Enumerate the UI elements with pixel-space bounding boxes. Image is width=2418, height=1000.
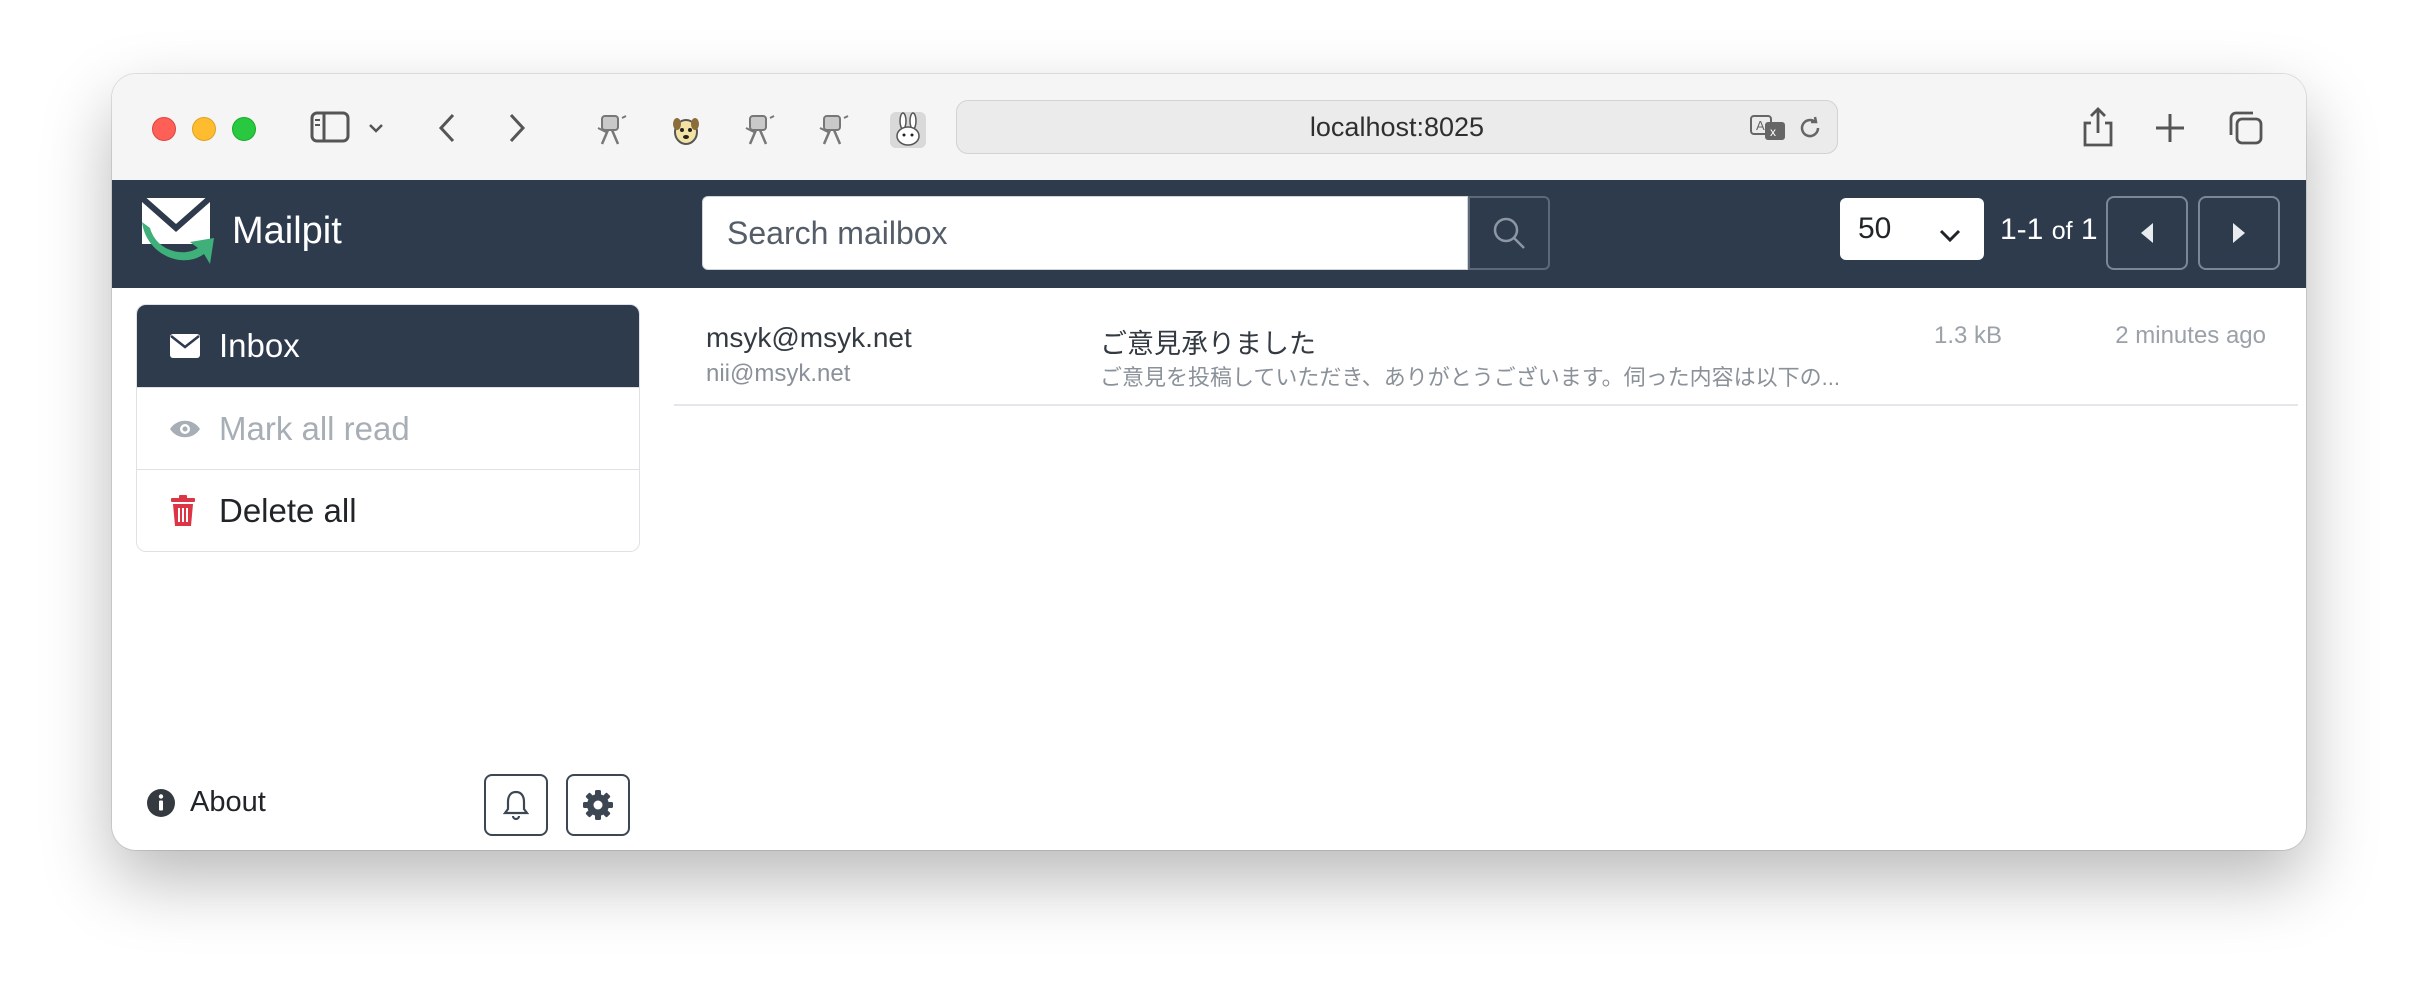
message-size: 1.3 kB <box>1934 322 2003 349</box>
app-navbar: Mailpit 50 1-1 of 1 <box>112 180 2306 288</box>
bell-icon <box>502 790 530 821</box>
translate-icon[interactable]: Ax <box>1749 113 1789 143</box>
about-label: About <box>190 786 266 818</box>
pagination-total: 1 <box>2080 213 2098 246</box>
tab-overview-icon[interactable] <box>2226 108 2266 148</box>
delete-all-button[interactable]: Delete all <box>137 469 639 551</box>
per-page-select[interactable]: 50 <box>1840 198 1984 260</box>
info-icon <box>146 788 176 818</box>
notifications-button[interactable] <box>484 774 548 836</box>
message-row[interactable]: msyk@msyk.net nii@msyk.net ご意見承りました ご意見を… <box>674 304 2298 406</box>
sidebar-item-label: Delete all <box>219 491 357 529</box>
pagination-info: 1-1 of 1 <box>2000 208 2098 253</box>
message-date: 2 minutes ago <box>2115 322 2266 349</box>
sidebar-item-label: Inbox <box>219 327 300 364</box>
sidebar-item-inbox[interactable]: Inbox <box>137 305 639 387</box>
minimize-window-button[interactable] <box>192 117 216 141</box>
reload-icon[interactable] <box>1795 113 1825 143</box>
chevron-down-icon[interactable] <box>366 118 386 138</box>
new-tab-icon[interactable] <box>2152 110 2188 146</box>
browser-window: localhost:8025 Ax Mailpit Search mailbox… <box>112 74 2306 850</box>
message-subject: ご意見承りました <box>1100 329 1316 359</box>
chevron-down-icon <box>1938 218 1962 252</box>
mailpit-logo-icon[interactable] <box>136 194 216 272</box>
about-link[interactable]: About <box>146 786 266 819</box>
caret-left-icon <box>2141 223 2153 243</box>
pagination-of: of <box>2051 217 2073 245</box>
next-page-button[interactable] <box>2198 196 2280 270</box>
previous-page-button[interactable] <box>2106 196 2188 270</box>
app-name[interactable]: Mailpit <box>232 206 342 256</box>
settings-button[interactable] <box>566 774 630 836</box>
sidebar-item-label: Mark all read <box>219 409 410 447</box>
back-icon[interactable] <box>434 110 460 146</box>
message-to: nii@msyk.net <box>706 360 851 387</box>
rabbit-favicon[interactable] <box>890 112 926 148</box>
message-from: msyk@msyk.net <box>706 322 912 353</box>
svg-text:x: x <box>1770 125 1776 139</box>
browser-toolbar: localhost:8025 Ax <box>112 74 2306 181</box>
trash-icon <box>169 494 203 527</box>
forward-icon[interactable] <box>504 110 530 146</box>
eye-icon <box>169 418 203 440</box>
sidebar-menu: Inbox Mark all read Delete all <box>136 304 640 552</box>
bot-favicon-3[interactable] <box>816 112 852 148</box>
sidebar-toggle-icon[interactable] <box>308 110 352 144</box>
message-snippet: ご意見を投稿していただき、ありがとうございます。伺った内容は以下の... <box>1100 365 1840 390</box>
dog-favicon[interactable] <box>668 112 704 148</box>
zoom-window-button[interactable] <box>232 117 256 141</box>
caret-right-icon <box>2233 223 2245 243</box>
svg-text:A: A <box>1756 118 1765 133</box>
gear-icon <box>583 790 613 820</box>
address-bar[interactable]: localhost:8025 Ax <box>956 100 1838 154</box>
envelope-icon <box>169 333 203 359</box>
share-icon[interactable] <box>2078 104 2118 148</box>
bot-favicon-2[interactable] <box>742 112 778 148</box>
search-icon <box>1493 217 1525 249</box>
mark-all-read-button[interactable]: Mark all read <box>137 387 639 469</box>
bot-favicon-1[interactable] <box>594 112 630 148</box>
search-input[interactable] <box>702 196 1468 270</box>
pagination-range: 1-1 <box>2000 213 2044 246</box>
search-button[interactable] <box>1468 196 1550 270</box>
close-window-button[interactable] <box>152 117 176 141</box>
per-page-value: 50 <box>1858 212 1892 245</box>
url-text[interactable]: localhost:8025 <box>957 101 1837 153</box>
